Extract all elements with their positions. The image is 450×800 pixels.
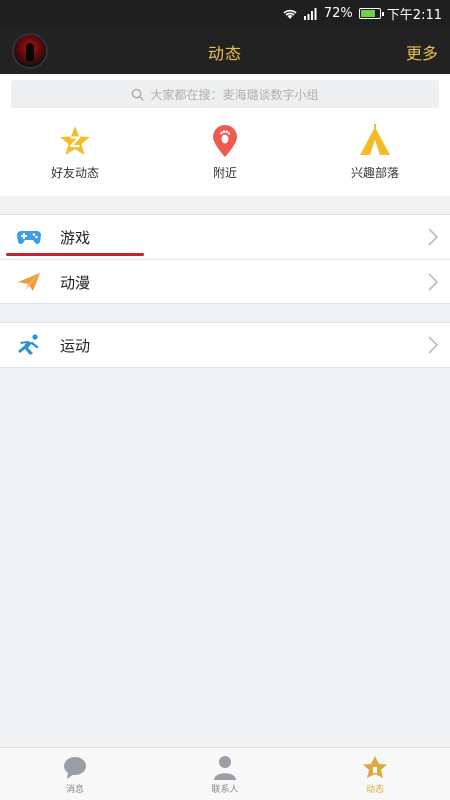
battery-icon <box>358 8 384 19</box>
paper-plane-icon <box>18 273 40 291</box>
chevron-right-icon <box>428 228 438 246</box>
battery-fill <box>360 10 376 17</box>
page-title: 动态 <box>207 44 242 63</box>
gamepad-icon <box>17 231 41 244</box>
list-item-games[interactable]: 游戏 <box>0 215 450 259</box>
list-group-sports: 运动 <box>0 322 450 368</box>
more-button[interactable]: 更多 <box>406 40 438 64</box>
tab-label: 联系人 <box>211 785 239 795</box>
bottom-tab-bar: 消息 联系人 动态 <box>0 747 450 800</box>
location-pin-icon <box>213 125 237 157</box>
search-input[interactable]: 大家都在搜：麦海璐谈数字小组 <box>11 80 439 108</box>
tab-moments[interactable]: 动态 <box>335 754 415 795</box>
search-area: 大家都在搜：麦海璐谈数字小组 <box>0 74 450 114</box>
tab-label: 动态 <box>365 785 384 795</box>
tab-messages[interactable]: 消息 <box>35 754 115 795</box>
search-placeholder: 大家都在搜：麦海璐谈数字小组 <box>150 87 319 102</box>
quick-item-friend-feed[interactable]: 好友动态 <box>15 124 135 181</box>
tab-label: 消息 <box>65 785 84 795</box>
list-item-label: 动漫 <box>60 274 91 292</box>
status-indicators: 72% 下午2:11 <box>282 4 442 23</box>
list-group-entertainment: 游戏 动漫 <box>0 214 450 304</box>
wifi-icon <box>283 9 297 19</box>
status-bar: 72% 下午2:11 <box>0 0 450 28</box>
chevron-right-icon <box>428 336 438 354</box>
tab-contacts[interactable]: 联系人 <box>185 754 265 795</box>
annotation-underline <box>6 253 144 256</box>
chat-bubble-icon <box>64 757 86 779</box>
tent-icon <box>360 124 390 155</box>
list-item-anime[interactable]: 动漫 <box>0 259 450 303</box>
quick-entries: 好友动态 附近 兴趣部落 <box>0 114 450 196</box>
quick-item-label: 附近 <box>212 166 237 180</box>
person-icon <box>214 756 236 780</box>
list-item-label: 运动 <box>60 337 91 355</box>
quick-item-label: 好友动态 <box>50 166 99 180</box>
title-bar: 动态 更多 <box>0 28 450 74</box>
list-item-label: 游戏 <box>60 229 91 247</box>
star-house-icon <box>363 756 387 778</box>
search-icon <box>132 88 145 101</box>
list-item-sports[interactable]: 运动 <box>0 323 450 367</box>
quick-item-label: 兴趣部落 <box>350 166 399 180</box>
signal-icon <box>303 7 317 20</box>
quick-item-interest-tribe[interactable]: 兴趣部落 <box>315 124 435 181</box>
clock: 下午2:11 <box>386 8 442 23</box>
star-icon <box>60 126 90 155</box>
quick-item-nearby[interactable]: 附近 <box>165 124 285 181</box>
runner-icon <box>18 334 39 355</box>
battery-percent: 72% <box>323 6 353 21</box>
chevron-right-icon <box>428 273 438 291</box>
